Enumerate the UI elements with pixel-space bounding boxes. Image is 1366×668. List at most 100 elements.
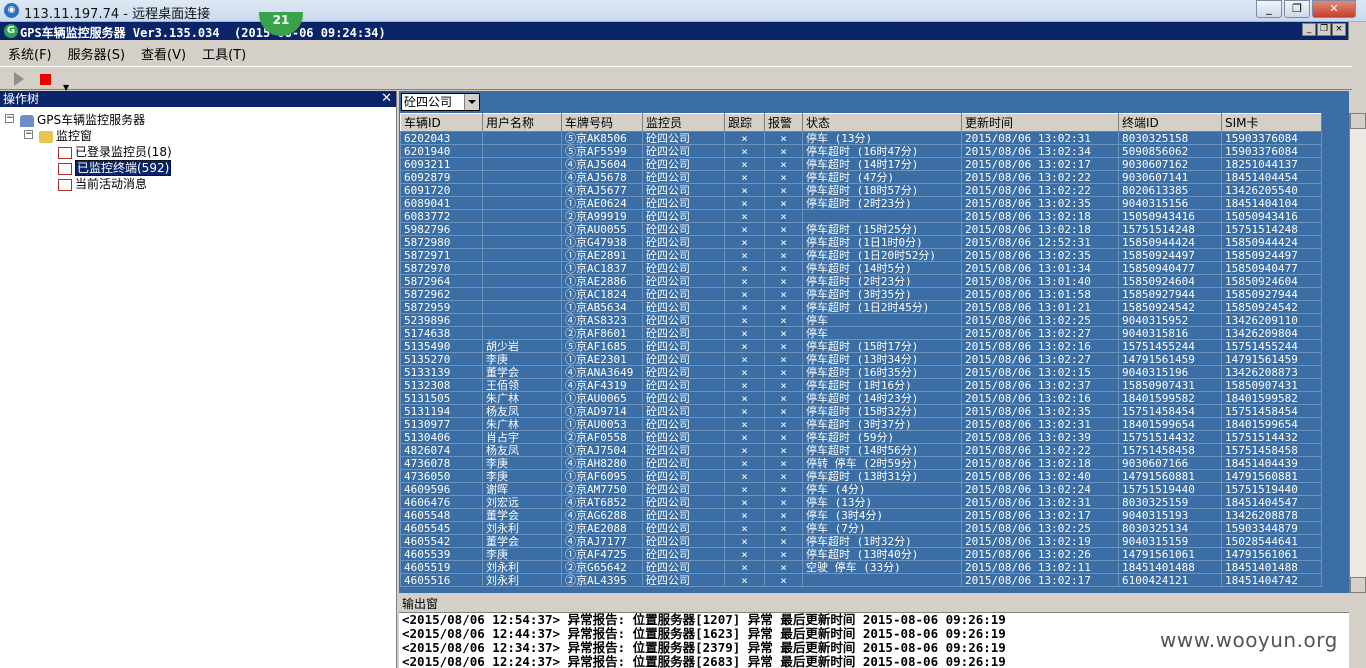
table-row[interactable]: 6093211 ④京AJ5604 砼四公司 × × 停车超时 (14时17分) 2015/0… bbox=[400, 157, 1322, 171]
table-cell: 2015/08/06 13:02:22 bbox=[961, 443, 1119, 457]
column-header[interactable]: 监控员 bbox=[642, 113, 725, 132]
table-cell: 4609596 bbox=[400, 482, 483, 496]
table-row[interactable]: 5239896 ④京AS8323 砼四公司 × × 停车 2015/08/06 13:02:… bbox=[400, 313, 1322, 327]
play-icon[interactable] bbox=[14, 72, 24, 86]
table-cell: 2015/08/06 13:02:34 bbox=[961, 144, 1119, 158]
table-row[interactable]: 5872959 ①京AB5634 砼四公司 × × 停车超时 (1日2时45分) 2015/… bbox=[400, 300, 1322, 314]
table-cell: × bbox=[724, 170, 765, 184]
column-header[interactable]: 跟踪 bbox=[724, 113, 765, 132]
vertical-scrollbar[interactable] bbox=[1349, 113, 1366, 593]
table-row[interactable]: 4606476 刘宏远 ④京AT6852 砼四公司 × × 停车 (13分) 2015/08/… bbox=[400, 495, 1322, 509]
table-row[interactable]: 5872970 ①京AC1837 砼四公司 × × 停车超时 (14时5分) 2015/08… bbox=[400, 261, 1322, 275]
menu-server[interactable]: 服务器(S) bbox=[60, 42, 133, 64]
stop-icon[interactable] bbox=[40, 74, 51, 85]
table-cell: 15751458454 bbox=[1118, 404, 1222, 418]
restore-button[interactable]: ❐ bbox=[1284, 0, 1310, 18]
tree-monitor-window[interactable]: 监控窗 bbox=[39, 127, 92, 144]
table-cell bbox=[482, 196, 562, 210]
tree-item-logged-monitors[interactable]: 已登录监控员(18) bbox=[58, 143, 172, 160]
company-select[interactable]: 砼四公司 bbox=[401, 93, 480, 111]
table-row[interactable]: 4605548 董学会 ④京AG6288 砼四公司 × × 停车 (3时4分) 2015/08… bbox=[400, 508, 1322, 522]
table-row[interactable]: 5132308 王佰领 ④京AF4319 砼四公司 × × 停车超时 (1时16分) 2015… bbox=[400, 378, 1322, 392]
column-header[interactable]: SIM卡 bbox=[1221, 113, 1322, 132]
table-row[interactable]: 5131505 朱广林 ①京AU0065 砼四公司 × × 停车超时 (14时23分) 201… bbox=[400, 391, 1322, 405]
table-row[interactable]: 5174638 ②京AF8601 砼四公司 × × 停车 2015/08/06 13:02:… bbox=[400, 326, 1322, 340]
close-button[interactable]: ✕ bbox=[1312, 0, 1356, 18]
table-cell: 2015/08/06 13:02:39 bbox=[961, 430, 1119, 444]
column-header[interactable]: 终端ID bbox=[1118, 113, 1222, 132]
tree-collapse-toggle[interactable]: − bbox=[24, 130, 33, 139]
tree-root[interactable]: GPS车辆监控服务器 bbox=[20, 111, 145, 128]
menu-view[interactable]: 查看(V) bbox=[133, 42, 194, 64]
table-row[interactable]: 4609596 谢晖 ②京AM7750 砼四公司 × × 停车 (4分) 2015/08/06… bbox=[400, 482, 1322, 496]
column-header[interactable]: 报警 bbox=[764, 113, 803, 132]
tree-item-monitored-terminals[interactable]: 已监控终端(592) bbox=[58, 159, 172, 176]
table-row[interactable]: 5133139 董学会 ④京ANA3649 砼四公司 × × 停车超时 (16时35分) 20… bbox=[400, 365, 1322, 379]
column-header[interactable]: 状态 bbox=[802, 113, 962, 132]
table-row[interactable]: 6092879 ④京AJ5678 砼四公司 × × 停车超时 (47分) 2015/08/0… bbox=[400, 170, 1322, 184]
column-header[interactable]: 更新时间 bbox=[961, 113, 1119, 132]
table-cell: × bbox=[764, 521, 803, 535]
table-cell: × bbox=[764, 313, 803, 327]
column-header[interactable]: 用户名称 bbox=[482, 113, 562, 132]
scroll-down-button[interactable] bbox=[1350, 577, 1366, 593]
close-icon[interactable]: ✕ bbox=[381, 91, 392, 107]
mdi-minimize-button[interactable]: _ bbox=[1302, 23, 1316, 36]
table-cell: 砼四公司 bbox=[642, 430, 725, 444]
table-row[interactable]: 4605519 刘永利 ②京G65642 砼四公司 × × 空驶 停车 (33分) 2015/… bbox=[400, 560, 1322, 574]
table-row[interactable]: 5135270 李庚 ①京AE2301 砼四公司 × × 停车超时 (13时34分) 2015… bbox=[400, 352, 1322, 366]
table-row[interactable]: 4605516 刘永利 ②京AL4395 砼四公司 × × 2015/08/06 13:02… bbox=[400, 573, 1322, 587]
table-cell: 15751514248 bbox=[1221, 222, 1322, 236]
table-cell: 2015/08/06 13:02:31 bbox=[961, 495, 1119, 509]
table-cell: 砼四公司 bbox=[642, 469, 725, 483]
watermark: www.wooyun.org bbox=[1160, 628, 1338, 652]
app-titlebar: G GPS车辆监控服务器 Ver3.135.034 (2015-08-06 09… bbox=[0, 22, 1366, 40]
table-row[interactable]: 5135490 胡少岩 ⑤京AF1685 砼四公司 × × 停车超时 (15时17分) 201… bbox=[400, 339, 1322, 353]
table-row[interactable]: 5872971 ①京AE2891 砼四公司 × × 停车超时 (1日20时52分) 2015… bbox=[400, 248, 1322, 262]
table-row[interactable]: 4826074 杨友凤 ①京AJ7504 砼四公司 × × 停车超时 (14时56分) 201… bbox=[400, 443, 1322, 457]
menu-system[interactable]: 系统(F) bbox=[0, 42, 60, 64]
table-cell: 空驶 停车 (33分) bbox=[802, 560, 962, 574]
table-row[interactable]: 5872980 ①京G47938 砼四公司 × × 停车超时 (1日1时0分) 2015/0… bbox=[400, 235, 1322, 249]
mdi-close-button[interactable]: × bbox=[1332, 23, 1346, 36]
table-row[interactable]: 6201940 ⑤京AF5599 砼四公司 × × 停车超时 (16时47分) 2015/0… bbox=[400, 144, 1322, 158]
minimize-button[interactable]: _ bbox=[1256, 0, 1282, 18]
table-cell: 5090856062 bbox=[1118, 144, 1222, 158]
table-row[interactable]: 5130977 朱广林 ①京AU0053 砼四公司 × × 停车超时 (3时37分) 2015… bbox=[400, 417, 1322, 431]
table-row[interactable]: 4605542 董学会 ④京AJ7177 砼四公司 × × 停车超时 (1时32分) 2015… bbox=[400, 534, 1322, 548]
table-row[interactable]: 6083772 ②京A99919 砼四公司 × × 2015/08/06 13:02:18… bbox=[400, 209, 1322, 223]
tree-item-active-messages[interactable]: 当前活动消息 bbox=[58, 175, 147, 192]
column-header[interactable]: 车牌号码 bbox=[561, 113, 643, 132]
table-cell: 砼四公司 bbox=[642, 560, 725, 574]
table-row[interactable]: 4736078 李庚 ④京AH8280 砼四公司 × × 停转 停车 (2时59分) 2015… bbox=[400, 456, 1322, 470]
table-cell: 朱广林 bbox=[482, 417, 562, 431]
table-row[interactable]: 5872964 ①京AE2886 砼四公司 × × 停车超时 (2时23分) 2015/08… bbox=[400, 274, 1322, 288]
mdi-restore-button[interactable]: ❐ bbox=[1317, 23, 1331, 36]
table-row[interactable]: 6091720 ④京AJ5677 砼四公司 × × 停车超时 (18时57分) 2015/0… bbox=[400, 183, 1322, 197]
table-cell: × bbox=[724, 547, 765, 561]
tree-collapse-toggle[interactable]: − bbox=[5, 114, 14, 123]
table-cell bbox=[482, 131, 562, 145]
table-row[interactable]: 6089041 ①京AE0624 砼四公司 × × 停车超时 (2时23分) 2015/08… bbox=[400, 196, 1322, 210]
table-row[interactable]: 6202043 ⑤京AK8506 砼四公司 × × 停车 (13分) 2015/08/06 … bbox=[400, 131, 1322, 145]
table-row[interactable]: 5131194 杨友凤 ①京AD9714 砼四公司 × × 停车超时 (15时32分) 201… bbox=[400, 404, 1322, 418]
table-row[interactable]: 4605545 刘永利 ②京AE2088 砼四公司 × × 停车 (7分) 2015/08/0… bbox=[400, 521, 1322, 535]
table-row[interactable]: 4736050 李庚 ①京AF6095 砼四公司 × × 停车超时 (13时31分) 2015… bbox=[400, 469, 1322, 483]
table-cell: 砼四公司 bbox=[642, 339, 725, 353]
table-cell: 2015/08/06 13:02:25 bbox=[961, 521, 1119, 535]
table-cell: 停车超时 (14时17分) bbox=[802, 157, 962, 171]
table-row[interactable]: 5982796 ①京AU0055 砼四公司 × × 停车超时 (15时25分) 2015/0… bbox=[400, 222, 1322, 236]
menu-tools[interactable]: 工具(T) bbox=[194, 42, 254, 64]
table-cell: × bbox=[764, 430, 803, 444]
table-cell: 5872980 bbox=[400, 235, 483, 249]
table-cell: ②京G65642 bbox=[561, 560, 643, 574]
app-logo-icon: G bbox=[4, 24, 18, 38]
table-row[interactable]: 5130406 肖占宇 ②京AF0558 砼四公司 × × 停车超时 (59分) 2015/0… bbox=[400, 430, 1322, 444]
table-cell: 15751455244 bbox=[1221, 339, 1322, 353]
scroll-up-button[interactable] bbox=[1350, 113, 1366, 129]
table-row[interactable]: 4605539 李庚 ①京AF4725 砼四公司 × × 停车超时 (13时40分) 2015… bbox=[400, 547, 1322, 561]
column-header[interactable]: 车辆ID bbox=[400, 113, 483, 132]
chevron-down-icon[interactable] bbox=[464, 94, 479, 110]
table-cell: × bbox=[724, 339, 765, 353]
table-row[interactable]: 5872962 ①京AC1824 砼四公司 × × 停车超时 (3时35分) 2015/08… bbox=[400, 287, 1322, 301]
